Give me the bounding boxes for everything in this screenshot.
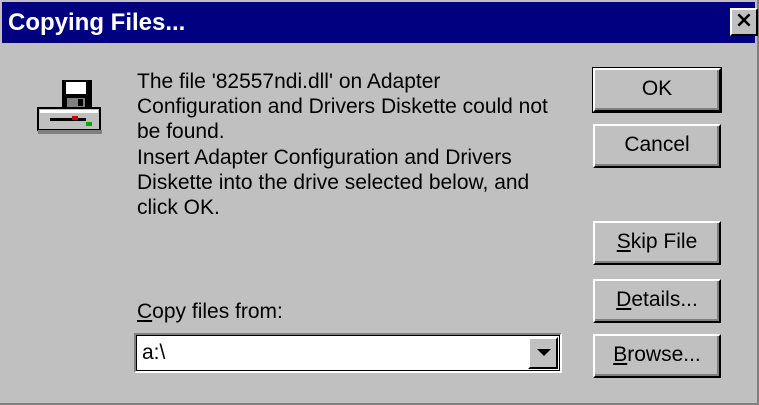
label-accelerator: C [137, 300, 153, 323]
browse-button[interactable]: Browse... [593, 334, 721, 378]
copy-files-from-label: Copy files from: [137, 300, 283, 324]
details-button[interactable]: Details... [593, 279, 721, 323]
ok-button[interactable]: OK [592, 67, 722, 113]
browse-label: rowse... [627, 343, 701, 366]
browse-accelerator: B [613, 343, 628, 366]
dialog-title: Copying Files... [8, 9, 186, 36]
copy-files-from-value[interactable]: a:\ [142, 341, 165, 365]
title-bar[interactable]: Copying Files... × [2, 2, 758, 43]
message-not-found: The file '82557ndi.dll' on Adapter Confi… [137, 70, 548, 143]
skip-file-button[interactable]: Skip File [593, 221, 721, 265]
chevron-down-icon [537, 349, 551, 356]
copying-files-dialog: Copying Files... × The file '82557ndi.dl… [0, 0, 759, 405]
close-button[interactable]: × [730, 8, 758, 36]
close-icon: × [734, 8, 754, 33]
details-label: etails... [631, 288, 698, 311]
skip-label: kip File [630, 230, 698, 253]
message-insert-disk: Insert Adapter Configuration and Drivers… [137, 146, 530, 219]
cancel-button[interactable]: Cancel [593, 124, 721, 168]
floppy-drive-icon [37, 80, 102, 134]
copy-files-from-combobox[interactable]: a:\ [134, 333, 562, 373]
dropdown-button[interactable] [528, 337, 558, 369]
details-accelerator: D [616, 288, 632, 311]
label-rest: opy files from: [152, 300, 283, 323]
skip-accelerator: S [616, 230, 631, 253]
